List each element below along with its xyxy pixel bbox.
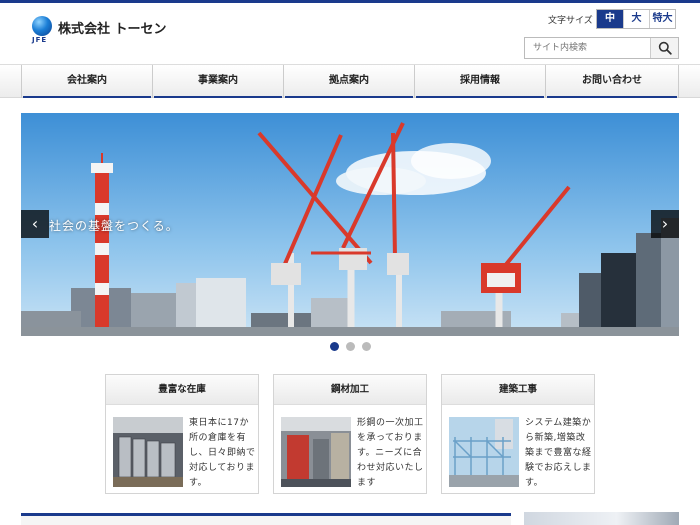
card-title: 鋼材加工 — [274, 375, 426, 405]
search-button[interactable] — [650, 38, 678, 58]
logo-mark: JFE — [32, 36, 48, 44]
chevron-left-icon: ‹ — [31, 214, 39, 233]
font-size-xlarge-button[interactable]: 特大 — [649, 10, 675, 28]
card-text: システム建築から新築,増築改築まで豊富な経験でお応えします。 — [525, 418, 592, 488]
slider-next-button[interactable]: › — [651, 210, 679, 238]
slider-dot-3[interactable] — [362, 342, 371, 351]
global-nav: 会社案内 事業案内 拠点案内 採用情報 お問い合わせ — [0, 64, 700, 98]
slider-dot-1[interactable] — [330, 342, 339, 351]
chevron-right-icon: › — [661, 214, 669, 233]
card-image-steel-stock — [113, 417, 183, 487]
card-text: 形鋼の一次加工を承っております。ニーズに合わせ対応いたします — [357, 418, 424, 488]
nav-item-recruit[interactable]: 採用情報 — [415, 65, 546, 98]
search-input[interactable] — [525, 38, 650, 58]
card-image-building-frame — [449, 417, 519, 487]
card-construction[interactable]: 建築工事 システム建築から新築,増築改築まで豊富な経験でお応えします。 — [441, 374, 595, 494]
font-size-switcher: 中 大 特大 — [596, 9, 676, 29]
card-title: 建築工事 — [442, 375, 594, 405]
card-steel-processing[interactable]: 鋼材加工 形鋼の一次加工を承っております。ニーズに合わせ対応いたします — [273, 374, 427, 494]
slide-caption: 社会の基盤をつくる。 — [49, 219, 179, 233]
search-icon — [658, 41, 672, 55]
jfe-globe-icon — [32, 16, 52, 36]
card-title: 豊富な在庫 — [106, 375, 258, 405]
font-size-medium-button[interactable]: 中 — [597, 10, 623, 28]
card-text: 東日本に17か所の倉庫を有し、日々即納で対応しております。 — [189, 418, 256, 488]
nav-item-business[interactable]: 事業案内 — [153, 65, 284, 98]
hero-slider: 社会の基盤をつくる。 ‹ › — [21, 113, 679, 336]
nav-item-contact[interactable]: お問い合わせ — [546, 65, 679, 98]
slider-prev-button[interactable]: ‹ — [21, 210, 49, 238]
side-banner-image[interactable] — [524, 512, 679, 525]
slider-pagination — [330, 342, 371, 351]
font-size-label: 文字サイズ — [548, 16, 593, 26]
news-section-header — [21, 513, 511, 525]
site-search — [524, 37, 679, 59]
nav-item-company[interactable]: 会社案内 — [21, 65, 153, 98]
font-size-large-button[interactable]: 大 — [623, 10, 649, 28]
company-logo[interactable]: JFE 株式会社 トーセン — [30, 14, 167, 46]
nav-item-locations[interactable]: 拠点案内 — [284, 65, 415, 98]
slider-dot-2[interactable] — [346, 342, 355, 351]
top-accent-line — [0, 0, 700, 3]
card-image-machinery — [281, 417, 351, 487]
company-name: 株式会社 トーセン — [58, 22, 167, 37]
card-inventory[interactable]: 豊富な在庫 東日本に17か所の倉庫を有し、日々即納で対応しております。 — [105, 374, 259, 494]
